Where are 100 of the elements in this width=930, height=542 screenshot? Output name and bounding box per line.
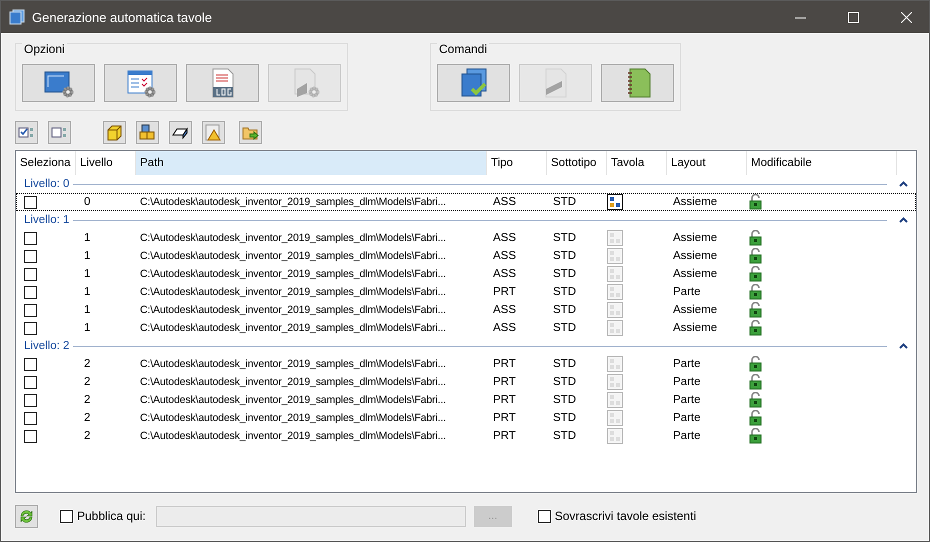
table-cell-text: Parte (672, 394, 702, 406)
table-cell-text: PRT (492, 358, 517, 370)
row-checkbox[interactable] (24, 196, 37, 208)
table-cell-text: STD (552, 250, 577, 262)
toolbar-button[interactable] (48, 121, 71, 144)
window-title: Generazione automatica tavole (32, 10, 213, 24)
table-cell-text: ASS (492, 196, 518, 208)
row-checkbox[interactable] (24, 286, 37, 298)
table-row[interactable]: 1 C:\Autodesk\autodesk_inventor_2019_samples_dlm\Models\Fabri... ASS STD Assieme (16, 301, 916, 319)
collapse-icon[interactable] (899, 343, 908, 349)
table-cell-text: PRT (492, 430, 517, 442)
table-cell-text: STD (552, 412, 577, 424)
table-cell-text: C:\Autodesk\autodesk_inventor_2019_samples_dlm\Models\Fabri... (139, 376, 447, 388)
table-row[interactable]: 2 C:\Autodesk\autodesk_inventor_2019_samples_dlm\Models\Fabri... PRT STD Parte (16, 427, 916, 445)
table-cell-text: C:\Autodesk\autodesk_inventor_2019_samples_dlm\Models\Fabri... (139, 322, 447, 334)
overwrite-checkbox[interactable] (538, 510, 551, 522)
table-cell-text: 1 (83, 286, 92, 298)
table-cell-text: Assieme (672, 322, 718, 334)
table-row[interactable]: 1 C:\Autodesk\autodesk_inventor_2019_samples_dlm\Models\Fabri... PRT STD Parte (16, 283, 916, 301)
table-cell-text: Parte (672, 412, 702, 424)
table-cell-text: STD (552, 196, 577, 208)
table-row[interactable]: 1 C:\Autodesk\autodesk_inventor_2019_samples_dlm\Models\Fabri... ASS STD Assieme (16, 229, 916, 247)
group-title: Comandi (437, 42, 490, 56)
row-checkbox[interactable] (24, 394, 37, 406)
table-cell-text: Parte (672, 286, 702, 298)
table-cell-text: 1 (83, 322, 92, 334)
table-cell-text: Parte (672, 376, 702, 388)
table-row[interactable]: 1 C:\Autodesk\autodesk_inventor_2019_samples_dlm\Models\Fabri... ASS STD Assieme (16, 247, 916, 265)
table-cell-text: 2 (83, 412, 92, 424)
row-checkbox[interactable] (24, 358, 37, 370)
table-row[interactable]: 2 C:\Autodesk\autodesk_inventor_2019_samples_dlm\Models\Fabri... PRT STD Parte (16, 373, 916, 391)
table-cell-text: C:\Autodesk\autodesk_inventor_2019_samples_dlm\Models\Fabri... (139, 250, 447, 262)
table-cell-text: Parte (672, 358, 702, 370)
table-cell-text: STD (552, 322, 577, 334)
row-checkbox[interactable] (24, 322, 37, 334)
table-cell-text: 2 (83, 376, 92, 388)
table-cell-text: STD (552, 232, 577, 244)
group-header: Livello: 0 (24, 178, 70, 190)
checkbox-label: Pubblica qui: (77, 509, 146, 523)
table-cell-text: PRT (492, 286, 517, 298)
toolbar-button[interactable] (169, 121, 192, 144)
table-cell-text: C:\Autodesk\autodesk_inventor_2019_samples_dlm\Models\Fabri... (139, 412, 447, 424)
tool-button[interactable] (186, 64, 259, 102)
table-cell-text: STD (552, 430, 577, 442)
maximize-icon (848, 12, 858, 22)
group-header: Livello: 1 (24, 214, 70, 226)
table-cell-text: C:\Autodesk\autodesk_inventor_2019_samples_dlm\Models\Fabri... (139, 232, 447, 244)
table-cell-text: STD (552, 304, 577, 316)
row-checkbox[interactable] (24, 232, 37, 244)
table-cell-text: PRT (492, 394, 517, 406)
toolbar-button[interactable] (136, 121, 159, 144)
close-icon (900, 12, 912, 22)
table-row[interactable]: 2 C:\Autodesk\autodesk_inventor_2019_samples_dlm\Models\Fabri... PRT STD Parte (16, 355, 916, 373)
cubes-icon (139, 124, 156, 141)
table-cell-text: C:\Autodesk\autodesk_inventor_2019_samples_dlm\Models\Fabri... (139, 196, 447, 208)
table-cell-text: 1 (83, 232, 92, 244)
row-checkbox[interactable] (24, 268, 37, 280)
table-row[interactable]: 2 C:\Autodesk\autodesk_inventor_2019_samples_dlm\Models\Fabri... PRT STD Parte (16, 391, 916, 409)
table-row[interactable]: 1 C:\Autodesk\autodesk_inventor_2019_samples_dlm\Models\Fabri... ASS STD Assieme (16, 265, 916, 283)
table-cell-text: 2 (83, 430, 92, 442)
table-cell-text: C:\Autodesk\autodesk_inventor_2019_samples_dlm\Models\Fabri... (139, 304, 447, 316)
refresh-icon (18, 508, 35, 524)
toolbar-button[interactable] (15, 121, 38, 144)
table-row[interactable]: 2 C:\Autodesk\autodesk_inventor_2019_samples_dlm\Models\Fabri... PRT STD Parte (16, 409, 916, 427)
row-checkbox[interactable] (24, 376, 37, 388)
tool-button[interactable] (22, 64, 95, 102)
cube-icon (106, 124, 123, 141)
row-checkbox[interactable] (24, 430, 37, 442)
table-cell-text: ASS (492, 268, 518, 280)
table-cell-text: C:\Autodesk\autodesk_inventor_2019_samples_dlm\Models\Fabri... (139, 394, 447, 406)
collapse-icon[interactable] (899, 217, 908, 223)
table-cell-text: Assieme (672, 268, 718, 280)
table-cell-text: STD (552, 376, 577, 388)
table-cell-text: Assieme (672, 250, 718, 262)
table-cell-text: C:\Autodesk\autodesk_inventor_2019_samples_dlm\Models\Fabri... (139, 358, 447, 370)
table-cell-text: 0 (83, 196, 92, 208)
table-cell-text: Parte (672, 430, 702, 442)
table-cell-text: ASS (492, 250, 518, 262)
refresh-button[interactable] (15, 504, 38, 528)
row-checkbox[interactable] (24, 304, 37, 316)
column-header[interactable]: Path (136, 151, 487, 175)
tool-button[interactable] (104, 64, 177, 102)
group-header: Livello: 2 (24, 340, 70, 352)
table-row[interactable]: 1 C:\Autodesk\autodesk_inventor_2019_samples_dlm\Models\Fabri... ASS STD Assieme (16, 319, 916, 337)
table-cell-text: 1 (83, 250, 92, 262)
row-checkbox[interactable] (24, 412, 37, 424)
publish-checkbox[interactable] (60, 510, 73, 522)
table-cell-text: STD (552, 268, 577, 280)
publish-path-field[interactable] (156, 506, 466, 526)
tool-button[interactable] (601, 64, 674, 102)
row-checkbox[interactable] (24, 250, 37, 262)
table-cell-text: 1 (83, 268, 92, 280)
table-cell-text: ASS (492, 304, 518, 316)
sheets-app-icon (9, 9, 25, 25)
collapse-icon[interactable] (899, 181, 908, 187)
table-row[interactable]: 0 C:\Autodesk\autodesk_inventor_2019_samples_dlm\Models\Fabri... ASS STD Assieme (16, 193, 916, 211)
table-cell-text: 2 (83, 358, 92, 370)
table-cell-text: 1 (83, 304, 92, 316)
checkbox-label: Sovrascrivi tavole esistenti (554, 509, 696, 523)
tool-button[interactable] (437, 64, 510, 102)
